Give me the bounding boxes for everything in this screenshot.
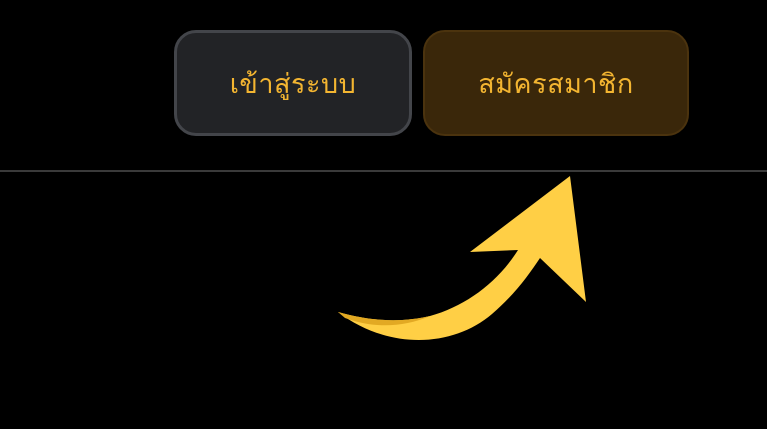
page: เข้าสู่ระบบ สมัครสมาชิก (0, 0, 767, 429)
register-button-label: สมัครสมาชิก (478, 68, 634, 100)
register-button[interactable]: สมัครสมาชิก (423, 30, 689, 136)
login-button[interactable]: เข้าสู่ระบบ (174, 30, 412, 136)
header-bar: เข้าสู่ระบบ สมัครสมาชิก (0, 0, 767, 172)
login-button-label: เข้าสู่ระบบ (229, 68, 357, 100)
